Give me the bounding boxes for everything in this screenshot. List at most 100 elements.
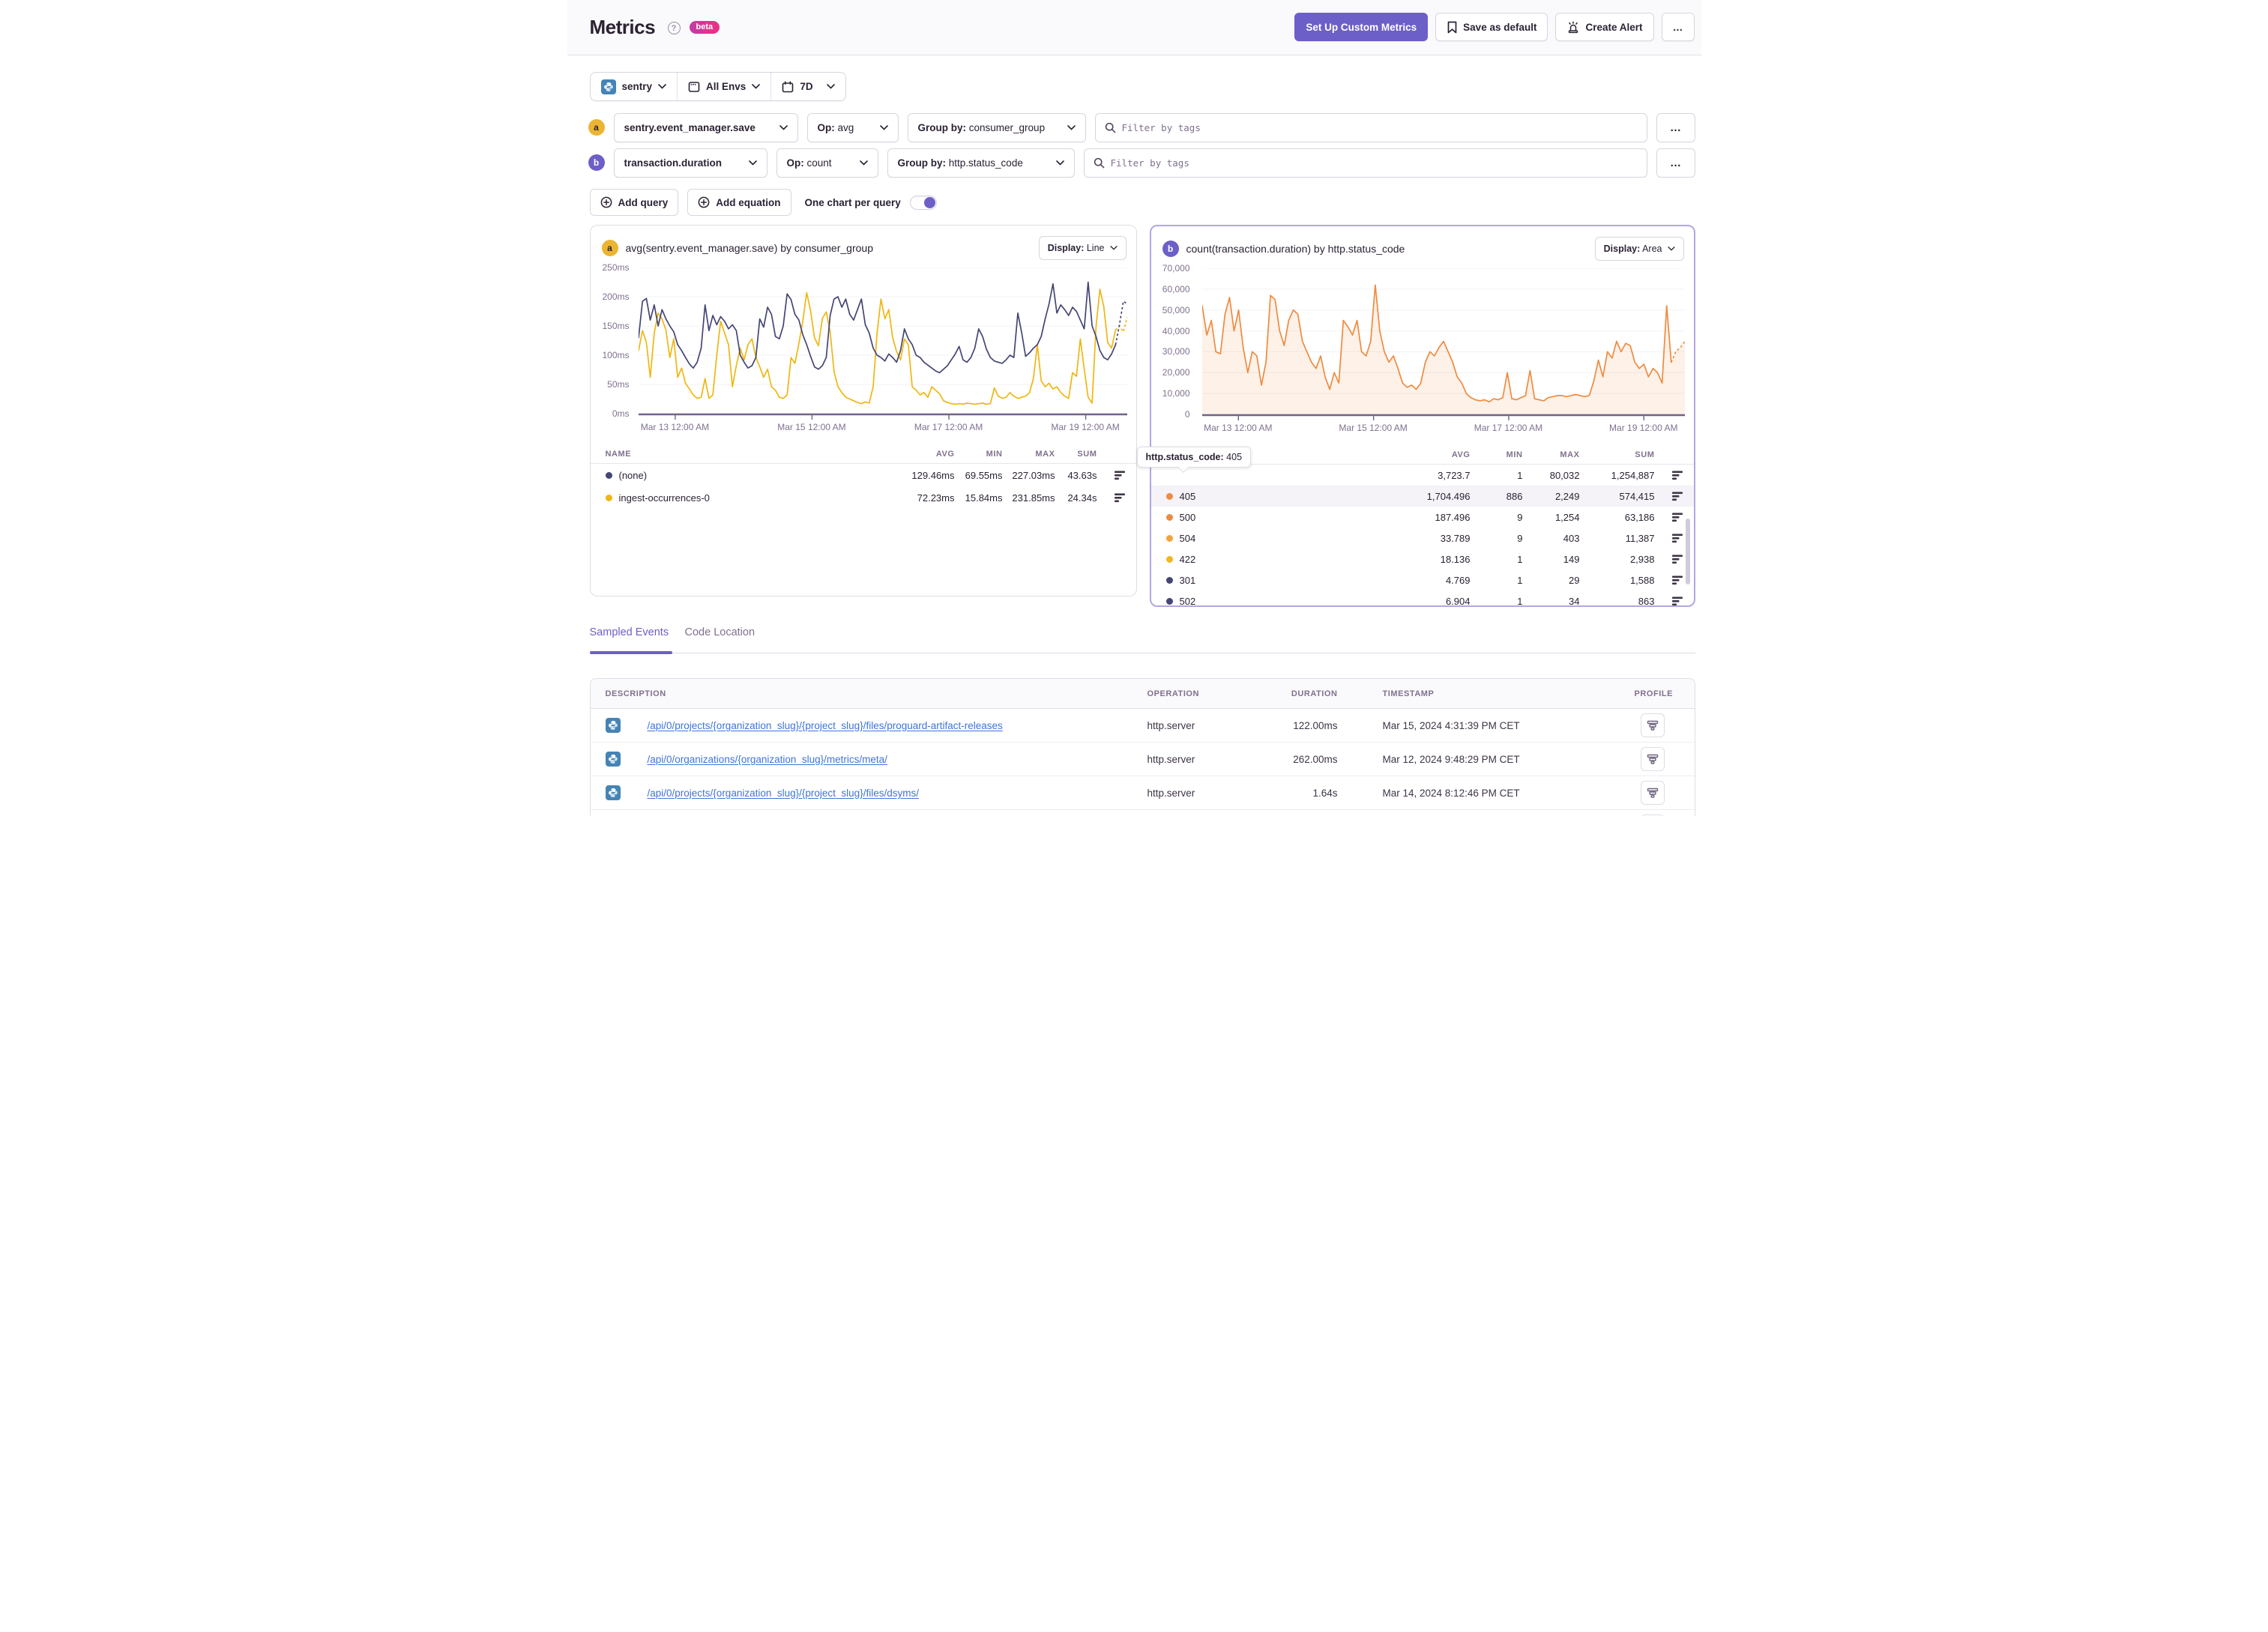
group-by-select-b[interactable]: Group by: http.status_code xyxy=(887,148,1075,178)
y-tick-label: 60,000 xyxy=(1162,283,1190,294)
y-axis-labels: 70,000 60,000 50,000 40,000 30,000 20,000 10,0… xyxy=(1156,264,1195,438)
tab-code-location[interactable]: Code Location xyxy=(685,626,756,638)
y-tick-label: 0ms xyxy=(612,408,630,419)
table-row[interactable]: 500 187.496 9 1,254 63,186 xyxy=(1151,507,1694,528)
x-tick-label: Mar 19 12:00 AM xyxy=(1051,422,1120,432)
one-chart-per-query-toggle[interactable] xyxy=(909,195,937,210)
series-color-dot xyxy=(1165,597,1173,605)
x-axis-labels: Mar 13 12:00 AM Mar 15 12:00 AM Mar 17 12:… xyxy=(595,422,1129,434)
chart-badge-b: b xyxy=(1162,241,1179,257)
environment-selector[interactable]: All Envs xyxy=(677,73,770,100)
chevron-down-icon xyxy=(879,124,888,130)
header-more-button[interactable]: … xyxy=(1661,13,1695,41)
page-header: Metrics ? beta Set Up Custom Metrics Sav… xyxy=(567,0,1701,55)
profile-flamegraph-icon xyxy=(1647,720,1658,731)
event-timestamp: Mar 12, 2024 9:48:29 PM CET xyxy=(1382,753,1520,765)
focus-series-icon[interactable] xyxy=(1671,596,1683,606)
tag-filter-input-b[interactable] xyxy=(1110,157,1638,169)
date-range-selector[interactable]: 7D xyxy=(770,73,845,100)
chevron-down-icon xyxy=(826,84,835,89)
x-tick-label: Mar 19 12:00 AM xyxy=(1609,423,1678,433)
event-row: /api/0/projects/{organization_slug}/{pro… xyxy=(590,709,1695,743)
table-row[interactable]: 504 33.789 9 403 11,387 xyxy=(1151,528,1694,548)
query-row-a: a sentry.event_manager.save Op: avg Grou… xyxy=(588,112,1695,142)
group-by-select-a[interactable]: Group by: consumer_group xyxy=(907,112,1086,142)
display-select-a[interactable]: Display: Line xyxy=(1038,236,1127,260)
add-query-button[interactable]: Add query xyxy=(589,189,679,216)
table-scrollbar[interactable] xyxy=(1685,519,1690,584)
display-select-b[interactable]: Display: Area xyxy=(1594,237,1684,261)
chevron-down-icon xyxy=(752,84,761,89)
table-row[interactable]: 3,723.7 1 80,032 1,254,887 xyxy=(1151,465,1694,486)
focus-series-icon[interactable] xyxy=(1671,470,1683,481)
x-tick-label: Mar 13 12:00 AM xyxy=(1204,423,1273,433)
tag-filter-b xyxy=(1083,148,1647,178)
table-row[interactable]: 502 6.904 1 34 863 xyxy=(1151,590,1694,606)
focus-series-icon[interactable] xyxy=(1114,470,1126,481)
table-row[interactable]: 301 4.769 1 29 1,588 xyxy=(1151,569,1694,590)
series-summary-table-b: NAMEAVGMINMAXSUM 3,723.7180,0321,254,887… xyxy=(1150,445,1694,606)
save-as-default-button[interactable]: Save as default xyxy=(1435,13,1548,41)
chevron-down-icon xyxy=(779,124,788,130)
profile-button[interactable] xyxy=(1640,815,1665,816)
calendar-icon xyxy=(782,80,794,92)
table-rows: 3,723.7 1 80,032 1,254,887 405 1,704.496 886 2,… xyxy=(1150,465,1694,606)
op-select-a[interactable]: Op: avg xyxy=(806,112,899,142)
plus-circle-icon xyxy=(698,196,710,208)
table-row[interactable]: 405 1,704.496 886 2,249 574,415 xyxy=(1150,486,1694,507)
chevron-down-icon xyxy=(1109,246,1118,250)
chevron-down-icon xyxy=(1667,247,1675,251)
focus-series-icon[interactable] xyxy=(1671,533,1683,544)
event-description-link[interactable]: /api/0/organizations/{organization_slug}… xyxy=(648,754,887,765)
setup-custom-metrics-button[interactable]: Set Up Custom Metrics xyxy=(1294,13,1429,41)
query-more-button-b[interactable]: … xyxy=(1656,148,1695,178)
event-duration: 262.00ms xyxy=(1293,753,1338,765)
metric-select-a[interactable]: sentry.event_manager.save xyxy=(613,112,798,142)
chevron-down-icon xyxy=(658,84,666,89)
page-title: Metrics xyxy=(589,16,656,38)
tab-sampled-events[interactable]: Sampled Events xyxy=(590,626,669,638)
series-color-dot xyxy=(605,471,612,479)
table-row[interactable]: 422 18.136 1 149 2,938 xyxy=(1151,548,1694,569)
table-row[interactable]: ingest-occurrences-0 72.23ms 15.84ms 231.8… xyxy=(591,486,1136,509)
focus-series-icon[interactable] xyxy=(1671,512,1683,523)
chart-title-a: avg(sentry.event_manager.save) by consum… xyxy=(625,242,873,254)
metric-select-b[interactable]: transaction.duration xyxy=(613,148,767,178)
query-actions: Add query Add equation One chart per que… xyxy=(589,189,937,216)
series-color-dot xyxy=(1165,555,1173,563)
query-more-button-a[interactable]: … xyxy=(1656,112,1695,142)
help-icon[interactable]: ? xyxy=(667,22,681,34)
op-select-b[interactable]: Op: count xyxy=(776,148,878,178)
series-color-dot xyxy=(1165,492,1173,500)
area-chart xyxy=(1201,268,1685,420)
profile-button[interactable] xyxy=(1640,781,1665,805)
y-tick-label: 70,000 xyxy=(1162,264,1190,273)
focus-series-icon[interactable] xyxy=(1671,554,1683,565)
event-description-link[interactable]: /api/0/projects/{organization_slug}/{pro… xyxy=(648,720,1003,731)
add-equation-button[interactable]: Add equation xyxy=(687,189,791,216)
event-row: /api/0/organizations/{organization_slug}… xyxy=(590,743,1695,776)
chart-plot-a[interactable]: 250ms 200ms 150ms 100ms 50ms 0ms Mar 13 12:00… xyxy=(595,263,1129,437)
profile-flamegraph-icon xyxy=(1647,754,1658,764)
focus-series-icon[interactable] xyxy=(1671,575,1683,586)
profile-button[interactable] xyxy=(1640,747,1665,771)
beta-badge: beta xyxy=(689,21,720,34)
table-row[interactable]: (none) 129.46ms 69.55ms 227.03ms 43.63s xyxy=(591,464,1136,486)
chart-card-a: a avg(sentry.event_manager.save) by cons… xyxy=(589,225,1137,596)
bookmark-icon xyxy=(1447,21,1457,33)
tag-filter-input-a[interactable] xyxy=(1121,121,1638,133)
event-timestamp: Mar 15, 2024 4:31:39 PM CET xyxy=(1382,719,1520,731)
event-description-link[interactable]: /api/0/projects/{organization_slug}/{pro… xyxy=(648,788,919,799)
y-tick-label: 100ms xyxy=(602,350,630,360)
series-color-dot xyxy=(1165,513,1173,521)
focus-series-icon[interactable] xyxy=(1671,491,1683,502)
python-project-icon xyxy=(600,79,616,94)
event-operation: http.server xyxy=(1147,719,1195,731)
x-tick-label: Mar 17 12:00 AM xyxy=(1474,423,1543,433)
focus-series-icon[interactable] xyxy=(1114,492,1126,504)
profile-button[interactable] xyxy=(1640,713,1665,737)
create-alert-button[interactable]: Create Alert xyxy=(1555,13,1654,41)
chart-plot-b[interactable]: 70,000 60,000 50,000 40,000 30,000 20,000 10,0… xyxy=(1156,264,1686,438)
x-axis-labels: Mar 13 12:00 AM Mar 15 12:00 AM Mar 17 12:… xyxy=(1156,423,1686,435)
project-selector[interactable]: sentry xyxy=(591,73,678,100)
